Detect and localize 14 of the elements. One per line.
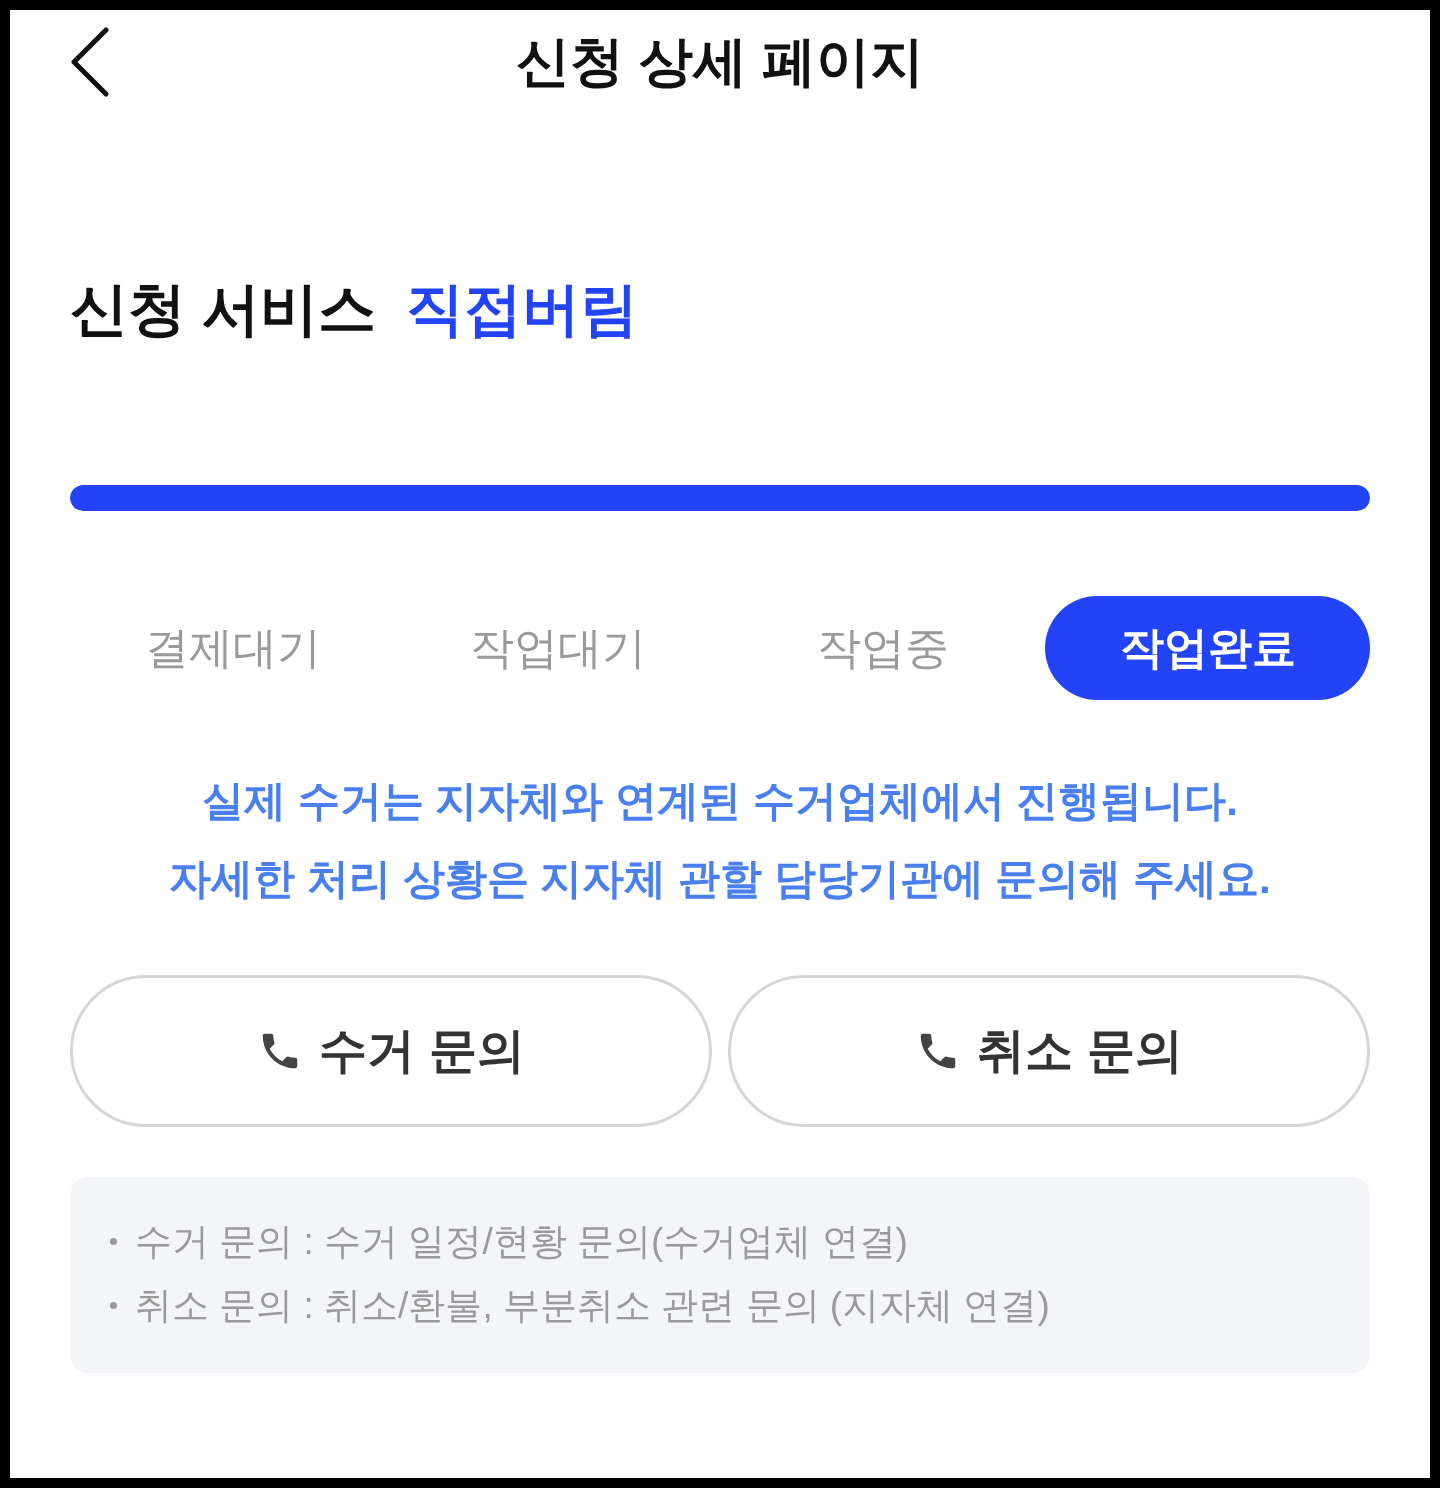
- note-text: 수거 문의 : 수거 일정/현황 문의(수거업체 연결): [135, 1219, 908, 1264]
- inquiry-button[interactable]: 수거 문의: [70, 975, 712, 1128]
- notice-text: 자세한 처리 상황은 지자체 관할 담당기관에 문의해 주세요.: [169, 854, 1271, 905]
- bullet-icon: [110, 1237, 117, 1245]
- back-chevron-icon: [70, 27, 110, 97]
- inquiry-button[interactable]: 취소 문의: [728, 975, 1370, 1128]
- page-title: 신청 상세 페이지: [516, 30, 924, 94]
- service-value: 직접버림: [406, 275, 639, 343]
- notice-text: 실제 수거는 지자체와 연계된 수거업체에서 진행됩니다.: [202, 776, 1238, 827]
- status-tab[interactable]: 작업완료: [1045, 596, 1370, 701]
- back-button[interactable]: [70, 27, 110, 97]
- bullet-icon: [110, 1301, 117, 1309]
- note-text: 취소 문의 : 취소/환불, 부분취소 관련 문의 (지자체 연결): [135, 1283, 1050, 1328]
- service-label: 신청 서비스: [70, 275, 377, 343]
